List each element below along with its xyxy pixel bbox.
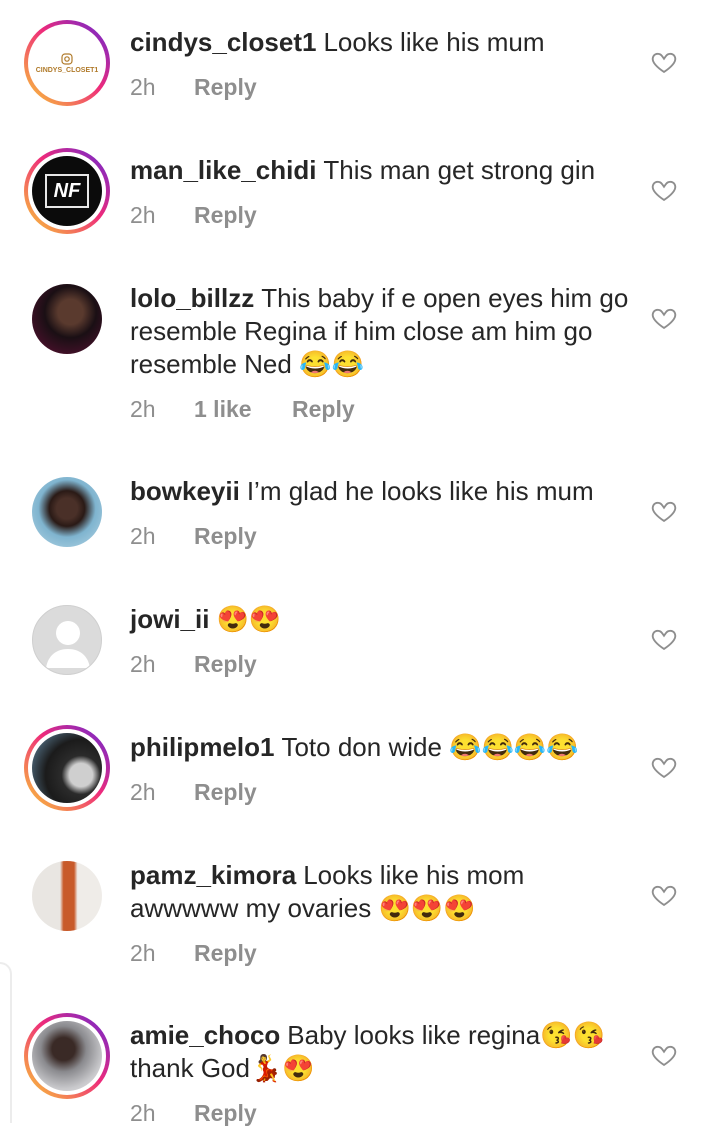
comment-text: bowkeyii I’m glad he looks like his mum — [130, 475, 630, 508]
username[interactable]: man_like_chidi — [130, 155, 316, 185]
timestamp: 2h — [130, 940, 156, 966]
username[interactable]: jowi_ii — [130, 604, 209, 634]
timestamp: 2h — [130, 651, 156, 677]
reply-button[interactable]: Reply — [194, 74, 257, 101]
comment-meta: 2h Reply — [130, 74, 257, 101]
reply-button[interactable]: Reply — [194, 202, 257, 229]
comment-body: I’m glad he looks like his mum — [246, 476, 594, 506]
reply-button[interactable]: Reply — [194, 523, 257, 550]
comment-text: philipmelo1 Toto don wide 😂😂😂😂 — [130, 731, 630, 764]
avatar[interactable]: NF — [24, 148, 110, 234]
username[interactable]: philipmelo1 — [130, 732, 274, 762]
comment-meta: 2h Reply — [130, 651, 257, 678]
heart-outline-icon[interactable] — [650, 176, 678, 204]
comment-meta: 2h Reply — [130, 523, 257, 550]
comment-body: This man get strong gin — [323, 155, 596, 185]
username[interactable]: pamz_kimora — [130, 860, 296, 890]
reply-button[interactable]: Reply — [194, 779, 257, 806]
heart-outline-icon[interactable] — [650, 304, 678, 332]
heart-outline-icon[interactable] — [650, 625, 678, 653]
comment-text: jowi_ii 😍😍 — [130, 603, 630, 636]
timestamp: 2h — [130, 202, 156, 228]
timestamp: 2h — [130, 74, 156, 100]
comment-meta: 2h Reply — [130, 202, 257, 229]
reply-button[interactable]: Reply — [292, 396, 355, 423]
comment-text: amie_choco Baby looks like regina😘😘thank … — [130, 1019, 630, 1085]
username[interactable]: cindys_closet1 — [130, 27, 316, 57]
avatar[interactable] — [24, 276, 110, 362]
avatar[interactable] — [24, 597, 110, 683]
comment-text: pamz_kimora Looks like his mom awwwww my … — [130, 859, 630, 925]
comment-body: Toto don wide 😂😂😂😂 — [281, 732, 579, 762]
comment-meta: 2h Reply — [130, 940, 257, 967]
avatar[interactable]: CINDYS_CLOSET1 — [24, 20, 110, 106]
avatar[interactable] — [24, 725, 110, 811]
panel-edge — [0, 962, 12, 1123]
nf-logo: NF — [45, 174, 89, 208]
heart-outline-icon[interactable] — [650, 1041, 678, 1069]
comment-text: cindys_closet1 Looks like his mum — [130, 26, 630, 59]
heart-outline-icon[interactable] — [650, 497, 678, 525]
avatar[interactable] — [24, 1013, 110, 1099]
like-count[interactable]: 1 like — [194, 396, 292, 423]
instagram-icon — [61, 52, 73, 65]
comment-text: man_like_chidi This man get strong gin — [130, 154, 630, 187]
comment-meta: 2h Reply — [130, 779, 257, 806]
comment-body: Looks like his mum — [323, 27, 545, 57]
timestamp: 2h — [130, 396, 156, 422]
heart-outline-icon[interactable] — [650, 48, 678, 76]
timestamp: 2h — [130, 523, 156, 549]
comment-body: 😍😍 — [216, 604, 282, 634]
avatar[interactable] — [24, 469, 110, 555]
reply-button[interactable]: Reply — [194, 940, 257, 967]
heart-outline-icon[interactable] — [650, 881, 678, 909]
reply-button[interactable]: Reply — [194, 651, 257, 678]
comment-meta: 2h 1 like Reply — [130, 396, 355, 423]
comment-text: lolo_billzz This baby if e open eyes him … — [130, 282, 630, 381]
username[interactable]: amie_choco — [130, 1020, 280, 1050]
username[interactable]: lolo_billzz — [130, 283, 254, 313]
heart-outline-icon[interactable] — [650, 753, 678, 781]
avatar[interactable] — [24, 853, 110, 939]
timestamp: 2h — [130, 779, 156, 805]
default-avatar-icon — [46, 621, 90, 668]
avatar-logo-text: CINDYS_CLOSET1 — [35, 66, 99, 74]
username[interactable]: bowkeyii — [130, 476, 240, 506]
